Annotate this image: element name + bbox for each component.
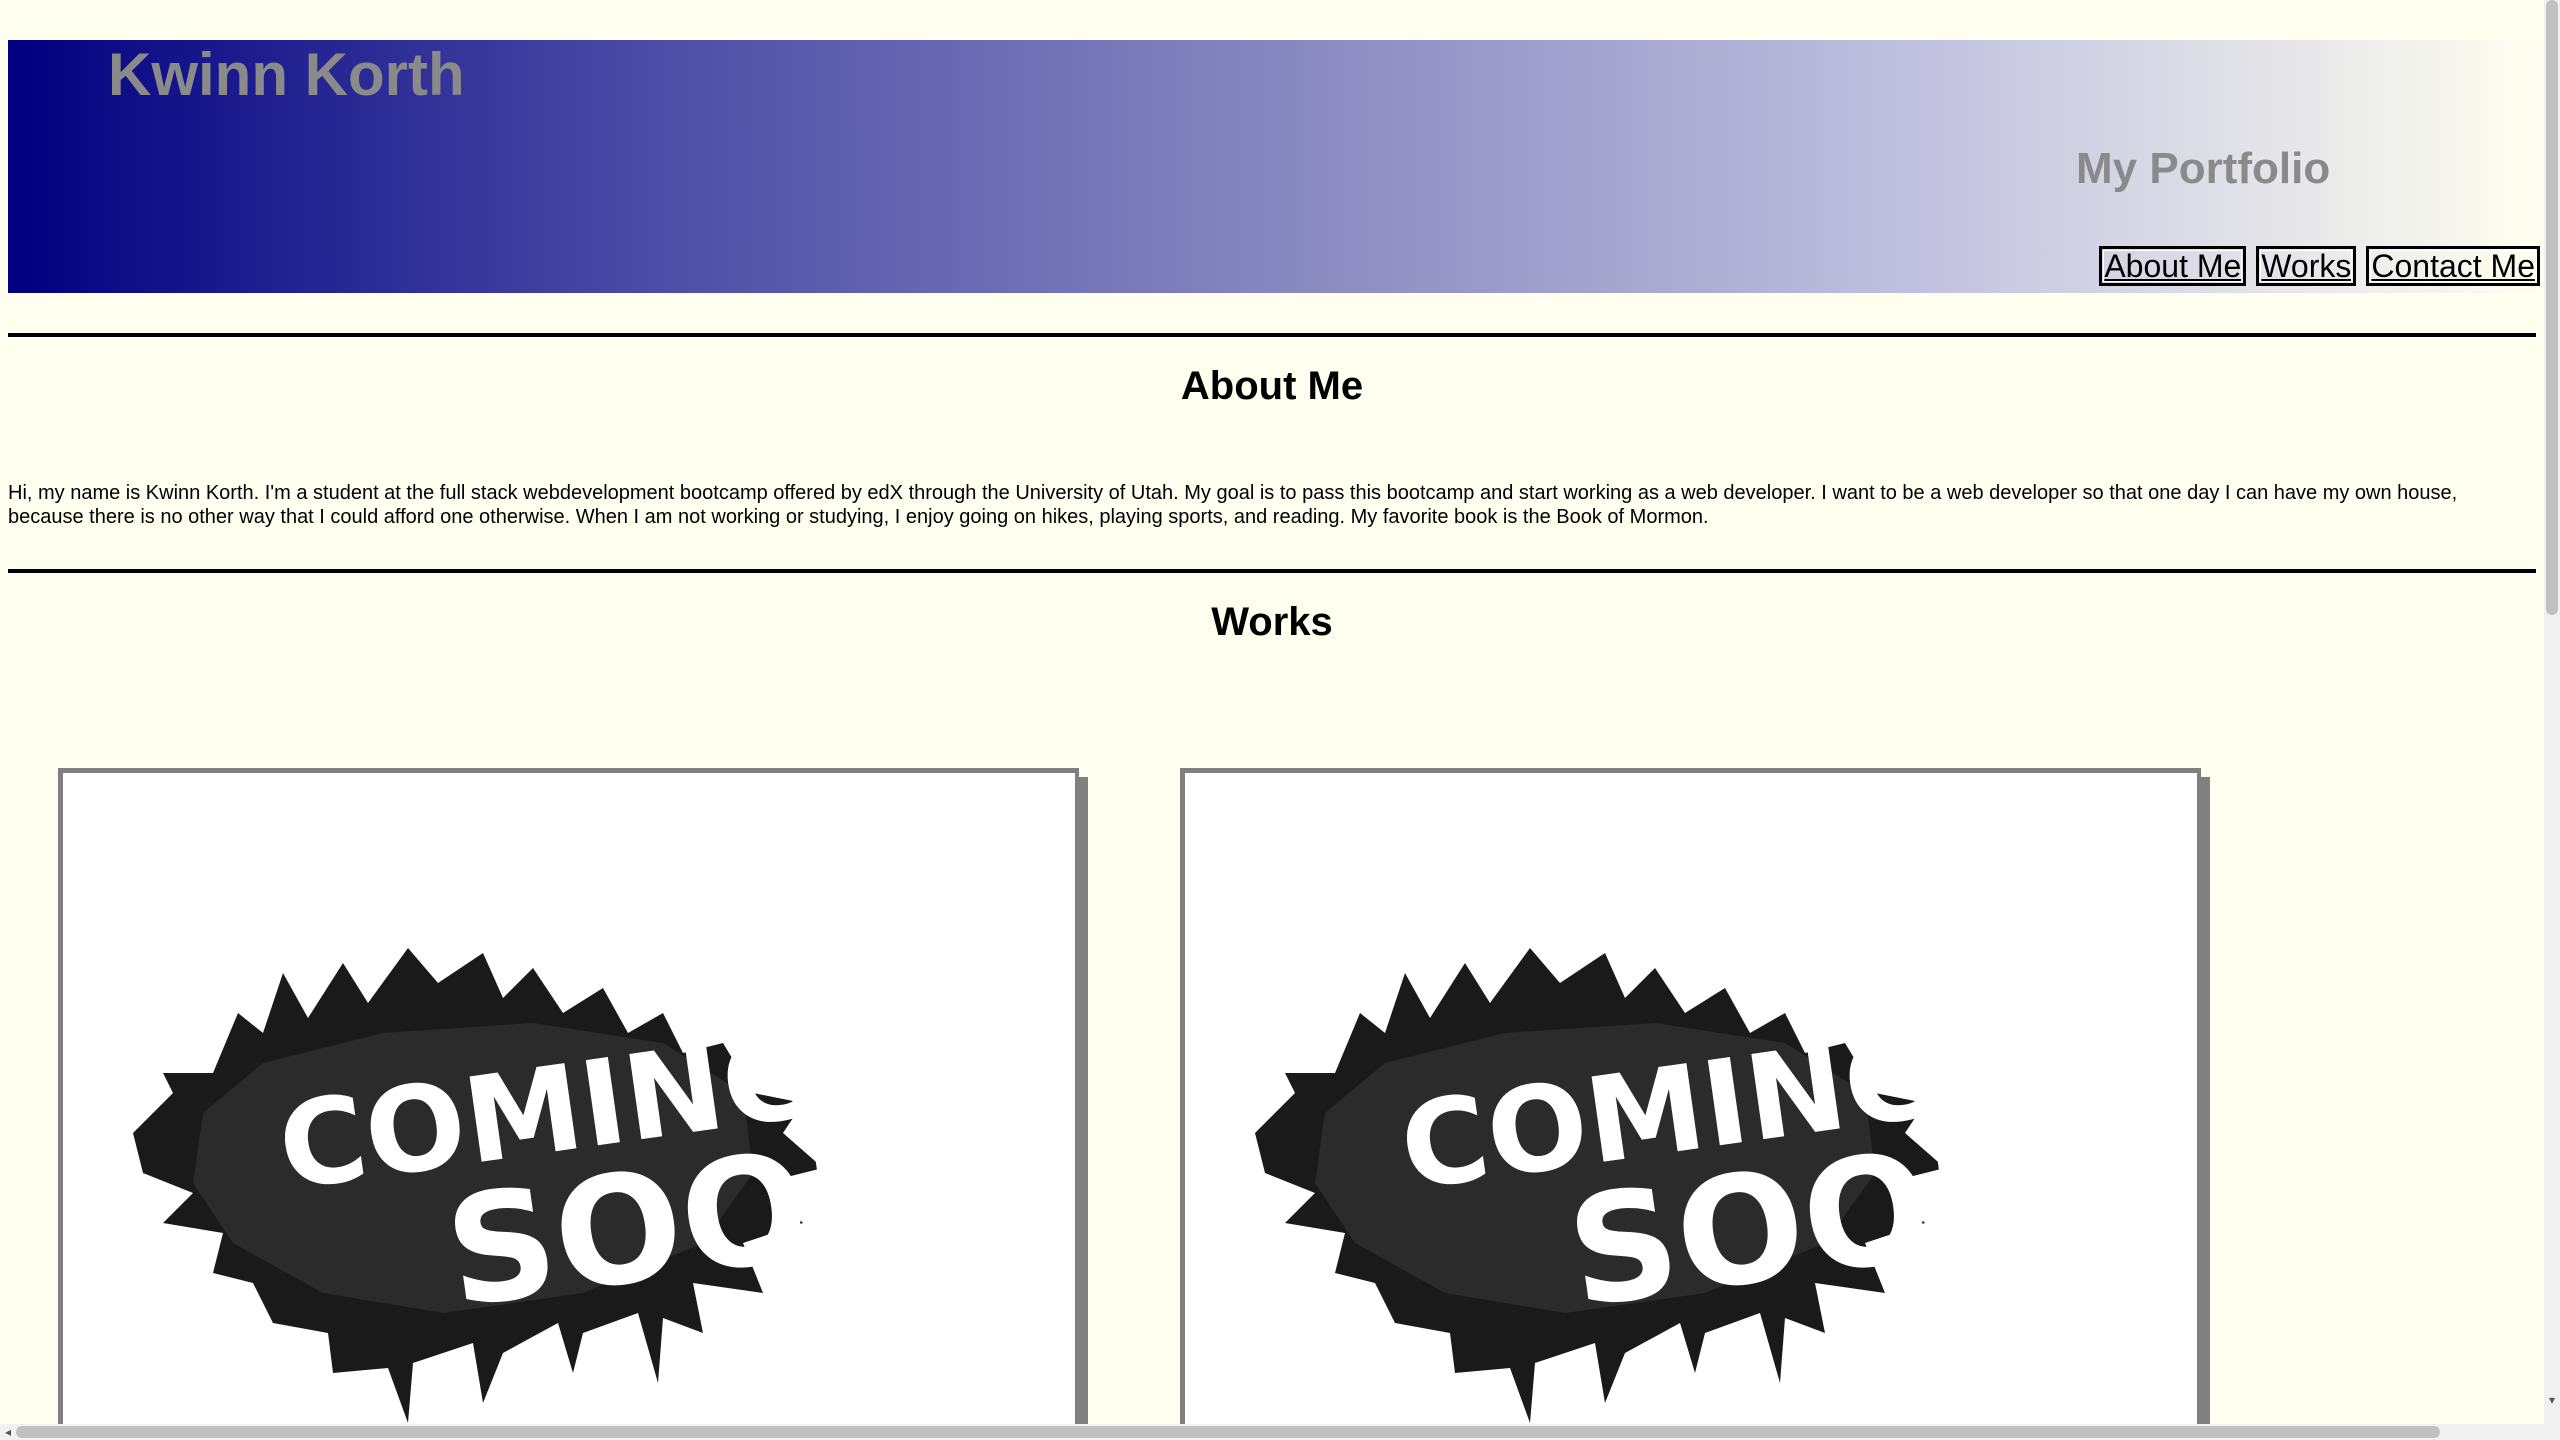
works-heading: Works bbox=[1211, 600, 1333, 644]
section-divider bbox=[8, 569, 2536, 573]
coming-soon-image: COMING SOON bbox=[1255, 948, 2066, 1423]
coming-soon-image: COMING SOON bbox=[133, 948, 944, 1423]
section-divider bbox=[8, 333, 2536, 337]
vertical-scrollbar-thumb[interactable] bbox=[2546, 0, 2558, 615]
nav-contact-me-link[interactable]: Contact Me bbox=[2366, 246, 2540, 286]
horizontal-scrollbar[interactable]: ◂ bbox=[0, 1424, 2560, 1440]
scroll-left-arrow-icon[interactable]: ◂ bbox=[0, 1424, 16, 1440]
main-nav: About Me Works Contact Me bbox=[2099, 246, 2540, 286]
about-me-text: Hi, my name is Kwinn Korth. I'm a studen… bbox=[8, 482, 2458, 528]
scroll-down-arrow-icon[interactable]: ▾ bbox=[2544, 1392, 2560, 1408]
nav-about-me-link[interactable]: About Me bbox=[2099, 246, 2247, 286]
work-card[interactable]: COMING SOON bbox=[58, 768, 1079, 1424]
nav-works-link[interactable]: Works bbox=[2256, 246, 2357, 286]
work-card[interactable]: COMING SOON bbox=[1180, 768, 2201, 1424]
vertical-scrollbar[interactable]: ▾ bbox=[2544, 0, 2560, 1424]
horizontal-scrollbar-thumb[interactable] bbox=[16, 1426, 2440, 1438]
about-me-heading: About Me bbox=[1180, 364, 1364, 408]
site-header: Kwinn Korth My Portfolio About Me Works … bbox=[8, 40, 2544, 293]
site-tagline: My Portfolio bbox=[2076, 144, 2331, 193]
page: Kwinn Korth My Portfolio About Me Works … bbox=[0, 0, 2544, 1424]
site-name: Kwinn Korth bbox=[108, 41, 465, 108]
